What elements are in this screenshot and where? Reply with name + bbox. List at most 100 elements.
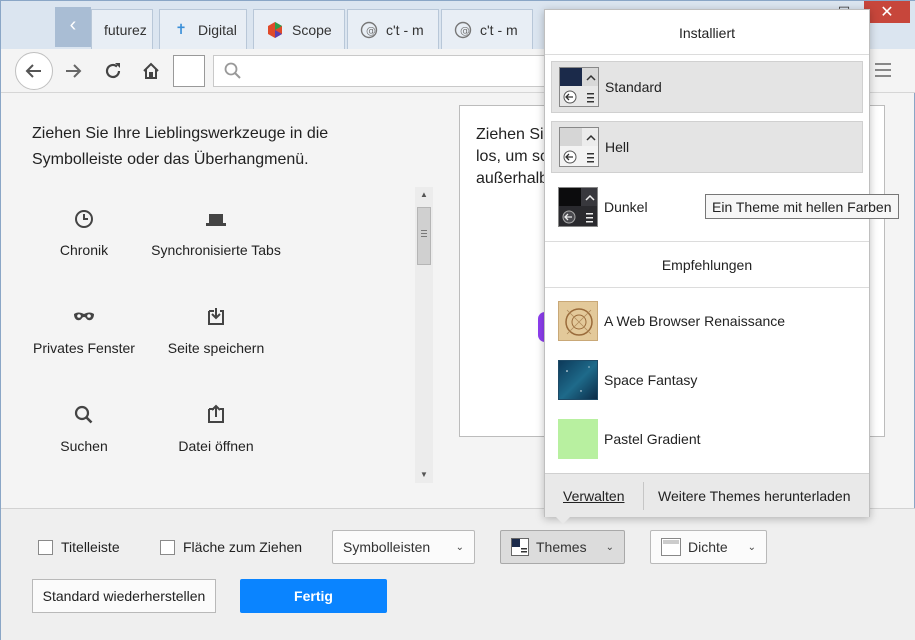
dropdown-label: Dichte xyxy=(688,539,728,555)
chevron-down-icon: ⌄ xyxy=(605,541,614,553)
theme-light-thumbnail xyxy=(559,127,599,167)
theme-standard-thumbnail xyxy=(559,67,599,107)
palette-item-history[interactable]: Chronik xyxy=(19,206,149,260)
titlebar-checkbox[interactable]: Titelleiste xyxy=(38,539,120,555)
theme-space-fantasy-thumbnail xyxy=(558,360,598,400)
get-more-themes-button[interactable]: Weitere Themes herunterladen xyxy=(658,474,850,518)
chevron-down-icon: ⌄ xyxy=(747,541,756,553)
home-button[interactable] xyxy=(137,57,165,85)
tab-label: Scope xyxy=(292,21,332,38)
theme-pastel-gradient[interactable]: Pastel Gradient xyxy=(551,413,863,465)
tab-label: futurez xyxy=(104,21,147,38)
palette-item-label: Synchronisierte Tabs xyxy=(151,242,281,258)
close-window-button[interactable]: ✕ xyxy=(864,1,910,23)
restore-defaults-button[interactable]: Standard wiederherstellen xyxy=(32,579,216,613)
theme-renaissance-thumbnail xyxy=(558,301,598,341)
palette-scrollbar[interactable]: ▲ ▼ xyxy=(415,187,433,483)
popup-arrow xyxy=(554,515,572,524)
tab-4[interactable]: @ c't - m xyxy=(441,9,533,49)
toolbar-empty-slot[interactable] xyxy=(173,55,205,87)
checkbox-label: Fläche zum Ziehen xyxy=(183,539,303,555)
separator xyxy=(545,241,869,242)
themes-dropdown[interactable]: Themes ⌄ xyxy=(500,530,625,564)
palette-item-open-file[interactable]: Datei öffnen xyxy=(151,402,281,456)
separator xyxy=(643,482,644,510)
clock-icon xyxy=(75,210,93,228)
theme-icon xyxy=(511,538,529,556)
toolbars-dropdown[interactable]: Symbolleisten ⌄ xyxy=(332,530,475,564)
palette-item-label: Suchen xyxy=(60,438,108,454)
theme-name: A Web Browser Renaissance xyxy=(604,313,786,329)
separator xyxy=(545,287,869,288)
laptop-icon xyxy=(206,214,226,226)
tab-0[interactable]: futurez xyxy=(91,9,153,49)
dropdown-label: Symbolleisten xyxy=(343,539,431,555)
installed-header: Installiert xyxy=(678,25,736,41)
theme-space-fantasy[interactable]: Space Fantasy xyxy=(551,354,863,406)
palette-item-label: Datei öffnen xyxy=(178,438,254,454)
dropdown-label: Themes xyxy=(536,539,587,555)
dragspace-checkbox[interactable]: Fläche zum Ziehen xyxy=(160,539,302,555)
theme-name: Hell xyxy=(605,139,630,155)
scrollbar-thumb[interactable] xyxy=(417,207,431,265)
scroll-up-icon[interactable]: ▲ xyxy=(415,187,433,203)
tab-1[interactable]: ✝ Digital xyxy=(159,9,247,49)
home-icon xyxy=(143,62,159,79)
checkbox-box[interactable] xyxy=(160,539,175,555)
search-icon xyxy=(74,405,93,424)
back-button[interactable] xyxy=(15,52,53,90)
palette-item-label: Seite speichern xyxy=(167,340,265,356)
open-file-icon xyxy=(208,404,224,423)
theme-name: Space Fantasy xyxy=(604,372,698,388)
customize-instructions: Ziehen Sie Ihre Lieblingswerkzeuge in di… xyxy=(32,125,329,168)
mask-icon xyxy=(74,312,94,321)
search-icon xyxy=(224,62,241,79)
tab-label: c't - m xyxy=(480,21,518,38)
density-dropdown[interactable]: Dichte ⌄ xyxy=(650,530,767,564)
theme-renaissance[interactable]: A Web Browser Renaissance xyxy=(551,295,863,347)
tab-3[interactable]: @ c't - m xyxy=(347,9,439,49)
cross-icon: ✝ xyxy=(175,21,187,37)
done-button[interactable]: Fertig xyxy=(240,579,387,613)
scroll-down-icon[interactable]: ▼ xyxy=(415,467,433,483)
manage-themes-button[interactable]: Verwalten xyxy=(563,474,624,518)
svg-text:@: @ xyxy=(460,26,470,37)
palette-item-save-page[interactable]: Seite speichern xyxy=(151,304,281,358)
tab-scroll-left-button[interactable]: ‹ xyxy=(55,7,91,47)
theme-name: Standard xyxy=(605,79,662,95)
close-icon: ✕ xyxy=(880,4,894,21)
url-bar[interactable] xyxy=(213,55,553,87)
themes-popup-footer: Verwalten Weitere Themes herunterladen xyxy=(545,473,869,517)
chevron-down-icon: ⌄ xyxy=(455,541,464,553)
recommended-header: Empfehlungen xyxy=(661,257,753,273)
tab-2[interactable]: Scope xyxy=(253,9,345,49)
heise-icon: @ xyxy=(454,21,472,39)
themes-popup: Installiert Standard Hell Dunkel Empfehl… xyxy=(544,9,870,517)
svg-text:@: @ xyxy=(366,26,376,37)
theme-name: Dunkel xyxy=(604,199,648,215)
forward-arrow-icon xyxy=(66,64,82,78)
reload-button[interactable] xyxy=(99,57,127,85)
palette-item-search[interactable]: Suchen xyxy=(19,402,149,456)
tab-label: Digital xyxy=(198,21,237,38)
density-icon xyxy=(661,538,681,556)
forward-button[interactable] xyxy=(59,57,87,85)
theme-name: Pastel Gradient xyxy=(604,431,701,447)
theme-pastel-gradient-thumbnail xyxy=(558,419,598,459)
customize-footer xyxy=(1,508,915,640)
palette-item-label: Privates Fenster xyxy=(33,340,135,356)
palette-item-private-window[interactable]: Privates Fenster xyxy=(19,304,149,358)
heise-icon: @ xyxy=(360,21,378,39)
reload-icon xyxy=(105,63,121,79)
palette-item-label: Chronik xyxy=(59,242,109,258)
checkbox-box[interactable] xyxy=(38,539,53,555)
theme-light[interactable]: Hell xyxy=(551,121,863,173)
theme-standard[interactable]: Standard xyxy=(551,61,863,113)
hexagon-icon xyxy=(266,21,284,39)
back-arrow-icon xyxy=(25,64,41,78)
save-page-icon xyxy=(208,308,224,325)
menu-button[interactable] xyxy=(875,59,895,81)
theme-dark-thumbnail xyxy=(558,187,598,227)
palette-item-synced-tabs[interactable]: Synchronisierte Tabs xyxy=(151,206,281,260)
separator xyxy=(545,54,869,55)
